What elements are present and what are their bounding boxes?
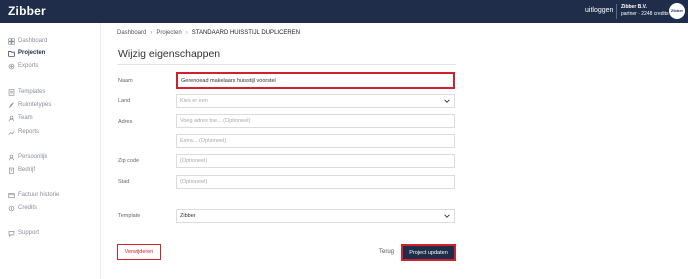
country-select[interactable]: Kies er een: [176, 94, 455, 108]
back-link[interactable]: Terug: [379, 249, 394, 255]
sidebar-item-label: Reports: [18, 129, 40, 135]
top-bar: Zibber uitloggen Zibber B.V. partner · 2…: [0, 0, 688, 23]
breadcrumb: Dashboard › Projecten › STANDAARD HUISST…: [117, 30, 300, 36]
company-credits: partner · 2248 credits: [621, 11, 669, 17]
logout-link[interactable]: uitloggen: [585, 7, 613, 14]
sidebar-item-label: Support: [18, 230, 40, 236]
template-select[interactable]: Zibber: [176, 209, 455, 223]
sidebar-item-team[interactable]: Team: [8, 113, 33, 123]
sidebar-item-support[interactable]: Support: [8, 228, 39, 238]
top-divider: [616, 4, 617, 19]
sidebar-item-projecten[interactable]: Projecten: [8, 48, 45, 58]
sidebar-item-label: Persoonlijk: [18, 154, 48, 160]
country-select-placeholder: Kies er een: [180, 98, 208, 104]
sidebar-item-reports[interactable]: Reports: [8, 127, 39, 137]
sidebar-item-templates[interactable]: Templates: [8, 87, 45, 97]
city-input[interactable]: (Optioneel): [176, 175, 455, 189]
sidebar-item-credits[interactable]: Credits: [8, 203, 37, 213]
invoice-icon: [8, 192, 15, 198]
sidebar-item-label: Ruimtetypes: [18, 102, 52, 108]
user-icon: [9, 154, 14, 160]
sidebar-item-dashboard[interactable]: Dashboard: [8, 36, 47, 46]
sidebar: Dashboard Projecten Exports Templates Ru…: [0, 23, 101, 279]
sidebar-item-label: Credits: [18, 205, 38, 211]
team-icon: [8, 115, 15, 121]
chevron-down-icon: [444, 214, 450, 218]
sidebar-item-label: Projecten: [18, 50, 46, 56]
city-label: Stad: [118, 179, 130, 185]
company-name: Zibber B.V.: [621, 4, 647, 10]
update-project-button[interactable]: Project updaten: [401, 244, 456, 261]
company-avatar[interactable]: Zibber: [669, 3, 685, 19]
sidebar-item-exports[interactable]: Exports: [8, 61, 38, 71]
address-line1-input[interactable]: Voeg adres toe... (Optioneel): [176, 114, 455, 128]
breadcrumb-separator: ›: [185, 30, 188, 36]
app-logo[interactable]: Zibber: [8, 4, 46, 18]
credits-icon: [8, 205, 15, 211]
name-label: Naam: [118, 78, 133, 84]
sidebar-item-persoonlijk[interactable]: Persoonlijk: [8, 152, 47, 162]
template-select-value: Zibber: [180, 213, 196, 219]
zip-input[interactable]: (Optioneel): [176, 154, 455, 168]
name-input[interactable]: Gerenoead makelaars huisstijl voorstel: [176, 72, 455, 89]
sidebar-item-label: Bedrijf: [18, 167, 36, 173]
sidebar-item-factuur-historie[interactable]: Factuur historie: [8, 190, 59, 200]
delete-button[interactable]: Verwijderen: [117, 244, 161, 260]
sidebar-item-bedrijf[interactable]: Bedrijf: [8, 165, 35, 175]
country-label: Land: [118, 98, 131, 104]
breadcrumb-dashboard[interactable]: Dashboard: [117, 30, 146, 36]
support-icon: [8, 230, 15, 237]
chart-icon: [8, 130, 15, 135]
company-info: Zibber B.V. partner · 2248 credits: [621, 4, 669, 18]
sidebar-item-label: Exports: [18, 63, 39, 69]
sidebar-item-label: Dashboard: [18, 38, 48, 44]
page-title: Wijzig eigenschappen: [118, 48, 221, 60]
breadcrumb-current: STANDAARD HUISSTIJL DUPLICEREN: [191, 30, 301, 36]
template-icon: [8, 88, 15, 96]
sidebar-item-label: Team: [18, 115, 33, 121]
address-label: Adres: [118, 119, 133, 125]
folder-icon: [8, 50, 15, 57]
export-icon: [8, 63, 15, 69]
template-label: Template: [118, 213, 141, 219]
breadcrumb-projecten[interactable]: Projecten: [156, 30, 181, 36]
rocket-icon: [9, 101, 14, 108]
chevron-down-icon: [444, 99, 450, 103]
dashboard-icon: [8, 37, 15, 45]
zip-label: Zip code: [118, 158, 140, 164]
breadcrumb-separator: ›: [150, 30, 153, 36]
title-divider: [117, 64, 456, 65]
sidebar-item-label: Factuur historie: [18, 192, 60, 198]
address-line2-input[interactable]: Extra... (Optioneel): [176, 134, 455, 148]
building-icon: [9, 167, 14, 174]
sidebar-item-ruimtetypes[interactable]: Ruimtetypes: [8, 100, 51, 110]
sidebar-item-label: Templates: [18, 89, 46, 95]
